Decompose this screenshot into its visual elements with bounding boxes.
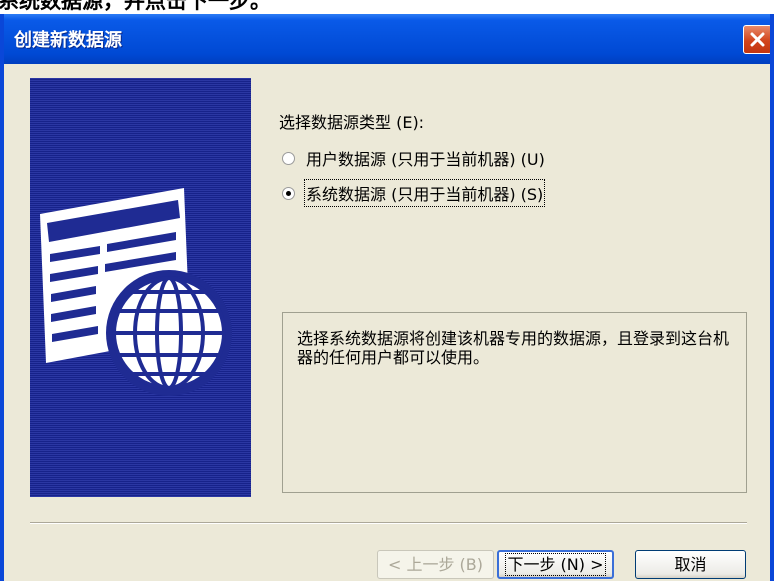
- close-icon: [750, 32, 765, 47]
- cancel-button[interactable]: 取消: [635, 550, 746, 579]
- description-text: 选择系统数据源将创建该机器专用的数据源，且登录到这台机器的任何用户都可以使用。: [297, 329, 730, 367]
- radio-system-datasource[interactable]: [282, 187, 295, 200]
- window-border-left: [0, 14, 4, 581]
- next-button-label: 下一步 (N) >: [505, 553, 606, 576]
- description-box: 选择系统数据源将创建该机器专用的数据源，且登录到这台机器的任何用户都可以使用。: [282, 312, 747, 493]
- close-button[interactable]: [743, 25, 772, 54]
- document-caption-fragment: 系统数据源，并点击下一步。: [0, 0, 774, 14]
- back-button[interactable]: < 上一步 (B): [377, 550, 494, 579]
- title-bar[interactable]: 创建新数据源: [0, 14, 774, 64]
- table-globe-icon: [40, 188, 232, 396]
- window-border-right: [770, 14, 774, 581]
- radio-user-datasource[interactable]: [282, 152, 295, 165]
- dialog-title: 创建新数据源: [14, 30, 122, 51]
- wizard-side-image: [30, 78, 251, 497]
- datasource-type-label: 选择数据源类型 (E):: [279, 113, 425, 132]
- button-separator: [30, 522, 747, 524]
- option-system-datasource-label[interactable]: 系统数据源 (只用于当前机器) (S): [303, 179, 546, 207]
- radio-selected-dot: [286, 191, 291, 196]
- caption-text: 系统数据源，并点击下一步。: [0, 0, 271, 13]
- option-user-datasource-label[interactable]: 用户数据源 (只用于当前机器) (U): [306, 146, 545, 170]
- create-datasource-dialog: 创建新数据源 选择数据源类型 (E): 用户数据源 (只用于当前机器) (U) …: [0, 14, 774, 581]
- next-button[interactable]: 下一步 (N) >: [497, 550, 614, 579]
